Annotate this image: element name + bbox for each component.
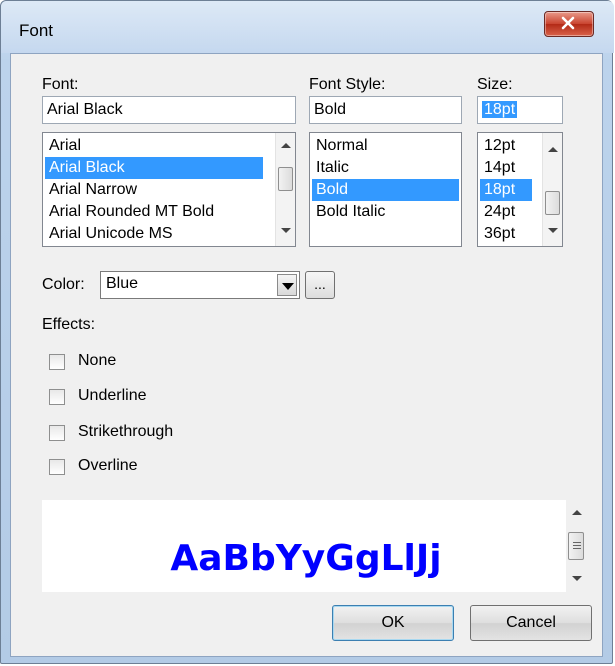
- checkbox-overline[interactable]: [49, 459, 65, 475]
- list-item[interactable]: Arial Narrow: [45, 179, 263, 201]
- scroll-up-icon[interactable]: [548, 147, 558, 152]
- ok-button[interactable]: OK: [332, 605, 454, 641]
- font-label: Font:: [42, 76, 79, 93]
- window-title: Font: [19, 21, 54, 40]
- scroll-thumb[interactable]: [278, 167, 293, 191]
- grip-line: [573, 542, 581, 543]
- scroll-down-icon[interactable]: [548, 228, 558, 233]
- list-item[interactable]: 12pt: [480, 135, 532, 157]
- size-label: Size:: [477, 76, 513, 93]
- font-dialog: Font Font: Arial Black Arial Arial Black…: [0, 0, 614, 664]
- color-label: Color:: [42, 276, 85, 293]
- list-item[interactable]: Italic: [312, 157, 459, 179]
- list-item[interactable]: 14pt: [480, 157, 532, 179]
- checkbox-label-underline: Underline: [78, 387, 147, 404]
- list-item[interactable]: 24pt: [480, 201, 532, 223]
- size-input[interactable]: 18pt: [477, 96, 563, 124]
- more-colors-button[interactable]: ...: [305, 271, 335, 299]
- grip-line: [573, 545, 581, 546]
- checkbox-strikethrough[interactable]: [49, 425, 65, 441]
- list-item-selected[interactable]: Arial Black: [45, 157, 263, 179]
- font-name-input[interactable]: Arial Black: [42, 96, 296, 124]
- scroll-up-icon[interactable]: [572, 510, 582, 515]
- color-select-value: Blue: [106, 275, 139, 292]
- list-item-selected[interactable]: 18pt: [480, 179, 532, 201]
- color-select[interactable]: Blue: [100, 271, 300, 299]
- chevron-down-icon: [282, 283, 294, 290]
- checkbox-none[interactable]: [49, 354, 65, 370]
- preview-sample-text: AaBbYyGgLlJj: [170, 538, 442, 579]
- font-list[interactable]: Arial Arial Black Arial Narrow Arial Rou…: [42, 132, 296, 247]
- list-item[interactable]: Normal: [312, 135, 459, 157]
- font-style-label: Font Style:: [309, 76, 386, 93]
- close-icon: [561, 16, 575, 30]
- dialog-client-area: Font: Arial Black Arial Arial Black Aria…: [10, 53, 603, 657]
- size-input-value: 18pt: [482, 101, 518, 118]
- scroll-thumb[interactable]: [568, 532, 584, 560]
- list-item[interactable]: Arial Unicode MS: [45, 223, 263, 245]
- font-style-list[interactable]: Normal Italic Bold Bold Italic: [309, 132, 462, 247]
- scroll-down-icon[interactable]: [572, 576, 582, 581]
- font-style-input[interactable]: Bold: [309, 96, 462, 124]
- scroll-thumb[interactable]: [545, 191, 560, 215]
- grip-line: [573, 548, 581, 549]
- color-dropdown-button[interactable]: [277, 274, 297, 296]
- font-list-scrollbar[interactable]: [275, 133, 295, 246]
- checkbox-label-strikethrough: Strikethrough: [78, 423, 174, 440]
- scroll-down-icon[interactable]: [281, 228, 291, 233]
- effects-label: Effects:: [42, 316, 96, 333]
- preview-scrollbar[interactable]: [566, 500, 586, 592]
- list-item[interactable]: Arial: [45, 135, 263, 157]
- checkbox-label-none: None: [78, 352, 117, 369]
- font-preview-pane: AaBbYyGgLlJj: [42, 500, 570, 592]
- list-item-selected[interactable]: Bold: [312, 179, 459, 201]
- size-list[interactable]: 12pt 14pt 18pt 24pt 36pt: [477, 132, 563, 247]
- scroll-up-icon[interactable]: [281, 143, 291, 148]
- size-list-scrollbar[interactable]: [542, 133, 562, 246]
- list-item[interactable]: Arial Rounded MT Bold: [45, 201, 263, 223]
- list-item[interactable]: 36pt: [480, 223, 532, 245]
- close-button[interactable]: [544, 11, 594, 37]
- cancel-button[interactable]: Cancel: [470, 605, 592, 641]
- title-bar[interactable]: Font: [1, 1, 614, 53]
- checkbox-label-overline: Overline: [78, 457, 138, 474]
- checkbox-underline[interactable]: [49, 389, 65, 405]
- list-item[interactable]: Bold Italic: [312, 201, 459, 223]
